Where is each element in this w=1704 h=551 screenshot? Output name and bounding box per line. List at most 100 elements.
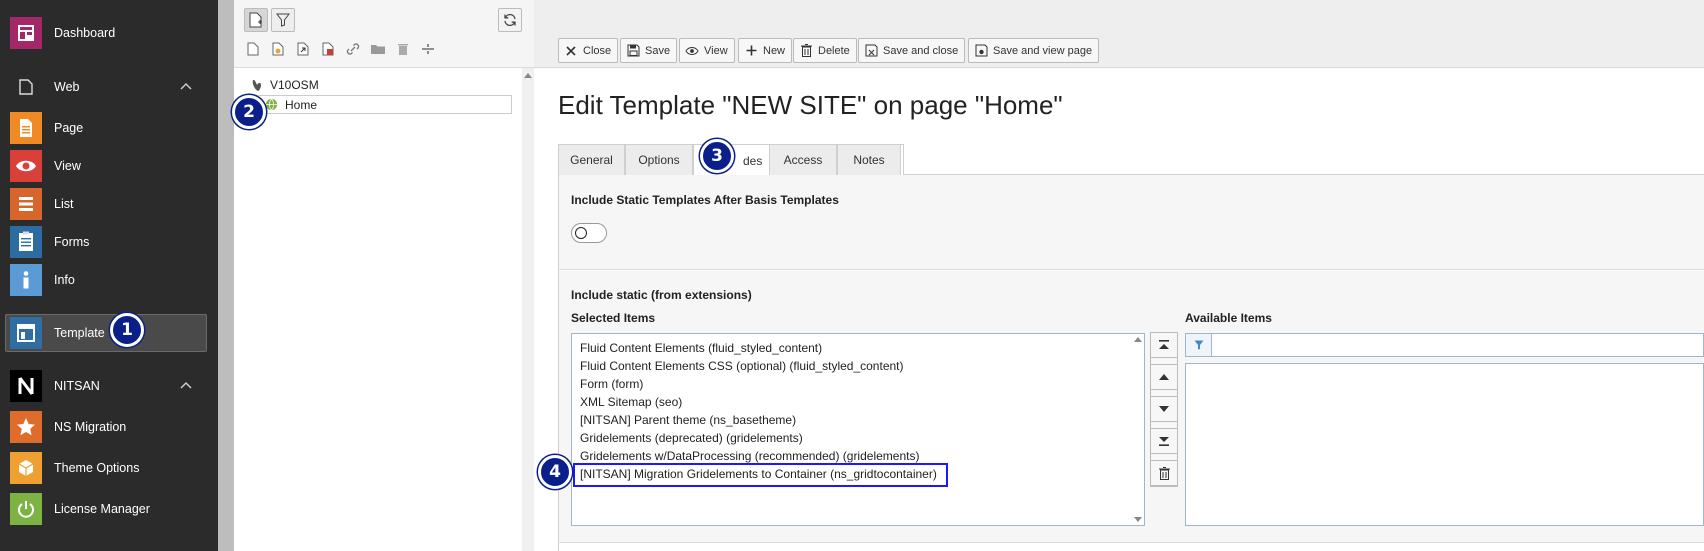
page-type-standard-icon[interactable]	[244, 40, 262, 58]
step-marker-3: 3	[700, 139, 734, 173]
static-after-section	[558, 175, 1704, 270]
scroll-down-icon[interactable]	[1134, 517, 1142, 523]
button-label: Save	[645, 44, 671, 57]
list-item[interactable]: [NITSAN] Parent theme (ns_basetheme)	[580, 413, 796, 427]
filter-icon	[1186, 334, 1212, 356]
filter-tree-button[interactable]	[271, 8, 295, 32]
info-icon	[10, 264, 42, 296]
list-item[interactable]: Gridelements w/DataProcessing (recommend…	[580, 449, 919, 463]
page-type-mountpoint-icon[interactable]	[319, 40, 337, 58]
tree-scrollbar[interactable]	[522, 68, 534, 551]
page-icon	[10, 112, 42, 144]
close-button[interactable]: Close	[558, 38, 619, 63]
button-label: View	[704, 44, 728, 57]
button-label: Save and view page	[993, 44, 1093, 57]
doc-header: Close Save View New Delete Save and clos…	[534, 0, 1704, 68]
group-nitsan[interactable]: NITSAN	[0, 367, 218, 405]
highlighted-item-outline	[573, 463, 948, 487]
module-theme-options[interactable]: Theme Options	[0, 449, 218, 487]
static-after-label: Include Static Templates After Basis Tem…	[571, 193, 839, 207]
typo3-logo-icon	[252, 80, 261, 91]
module-label: List	[54, 197, 74, 211]
scroll-up-icon[interactable]	[1134, 336, 1142, 342]
tab-label: Notes	[853, 153, 885, 167]
available-filter-field[interactable]	[1185, 333, 1704, 357]
tree-node-home[interactable]: Home	[254, 95, 512, 114]
chevron-up-icon[interactable]	[180, 81, 192, 93]
module-info[interactable]: Info	[0, 261, 218, 299]
group-label: NITSAN	[54, 379, 100, 393]
module-forms[interactable]: Forms	[0, 223, 218, 261]
tab-label: General	[570, 153, 613, 167]
power-icon	[10, 493, 42, 525]
module-license-manager[interactable]: License Manager	[0, 490, 218, 528]
available-items-list[interactable]	[1185, 363, 1704, 526]
save-and-close-button[interactable]: Save and close	[858, 38, 966, 63]
module-ns-migration[interactable]: NS Migration	[0, 408, 218, 446]
group-web[interactable]: Web	[0, 68, 218, 106]
chevron-up-icon[interactable]	[180, 380, 192, 392]
button-label: New	[763, 44, 786, 57]
module-label: Theme Options	[54, 461, 140, 475]
new-page-toggle-button[interactable]	[244, 8, 268, 32]
plus-icon	[744, 44, 758, 58]
module-label: Dashboard	[54, 26, 116, 40]
tree-root[interactable]: V10OSM	[250, 78, 319, 92]
static-after-toggle[interactable]	[571, 223, 607, 243]
group-label: Web	[54, 80, 80, 94]
list-item[interactable]: Fluid Content Elements (fluid_styled_con…	[580, 341, 822, 355]
module-label: License Manager	[54, 502, 150, 516]
save-view-icon	[974, 44, 988, 58]
move-up-button[interactable]	[1150, 364, 1178, 390]
globe-icon	[265, 98, 278, 111]
move-to-top-button[interactable]	[1150, 332, 1178, 358]
tab-general[interactable]: General	[558, 144, 625, 175]
page-type-link-icon[interactable]	[344, 40, 362, 58]
page-type-spacer-icon[interactable]	[419, 40, 437, 58]
module-label: NS Migration	[54, 420, 127, 434]
selected-items-label: Selected Items	[571, 311, 656, 325]
include-static-label: Include static (from extensions)	[571, 288, 752, 302]
tree-toolbar	[234, 0, 534, 68]
module-label: Page	[54, 121, 84, 135]
page-type-folder-icon[interactable]	[369, 40, 387, 58]
module-list[interactable]: List	[0, 185, 218, 223]
module-dashboard[interactable]: Dashboard	[0, 14, 218, 52]
list-item[interactable]: Gridelements (deprecated) (gridelements)	[580, 431, 803, 445]
move-down-button[interactable]	[1150, 396, 1178, 422]
page-type-recycler-icon[interactable]	[394, 40, 412, 58]
page-title: Edit Template "NEW SITE" on page "Home"	[558, 90, 1063, 120]
remove-item-button[interactable]	[1150, 460, 1178, 486]
page-type-backend-icon[interactable]	[269, 40, 287, 58]
save-close-icon	[864, 44, 878, 58]
new-button[interactable]: New	[738, 38, 793, 63]
save-and-view-page-button[interactable]: Save and view page	[968, 38, 1100, 63]
module-view[interactable]: View	[0, 147, 218, 185]
file-icon	[10, 71, 42, 103]
move-to-bottom-button[interactable]	[1150, 428, 1178, 454]
list-item[interactable]: Form (form)	[580, 377, 643, 391]
delete-button[interactable]: Delete	[793, 38, 857, 63]
sidebar-resize-handle[interactable]	[218, 0, 234, 551]
list-item[interactable]: Fluid Content Elements CSS (optional) (f…	[580, 359, 904, 373]
tree-root-label: V10OSM	[270, 78, 319, 92]
nitsan-logo-icon	[10, 370, 42, 402]
star-icon	[10, 411, 42, 443]
module-label: Info	[54, 273, 75, 287]
view-button[interactable]: View	[679, 38, 735, 63]
available-items-label: Available Items	[1185, 311, 1272, 325]
save-button[interactable]: Save	[620, 38, 678, 63]
tab-options[interactable]: Options	[625, 144, 693, 175]
module-page[interactable]: Page	[0, 109, 218, 147]
refresh-tree-button[interactable]	[498, 8, 522, 32]
tab-notes[interactable]: Notes	[837, 144, 901, 175]
selected-items-list[interactable]: Fluid Content Elements (fluid_styled_con…	[571, 333, 1145, 526]
eye-icon	[10, 150, 42, 182]
forms-icon	[10, 226, 42, 258]
tab-access[interactable]: Access	[769, 144, 837, 175]
button-label: Delete	[818, 44, 850, 57]
page-type-shortcut-icon[interactable]	[294, 40, 312, 58]
list-item[interactable]: XML Sitemap (seo)	[580, 395, 682, 409]
module-template[interactable]: Template	[0, 314, 218, 352]
step-marker-4: 4	[538, 455, 572, 489]
